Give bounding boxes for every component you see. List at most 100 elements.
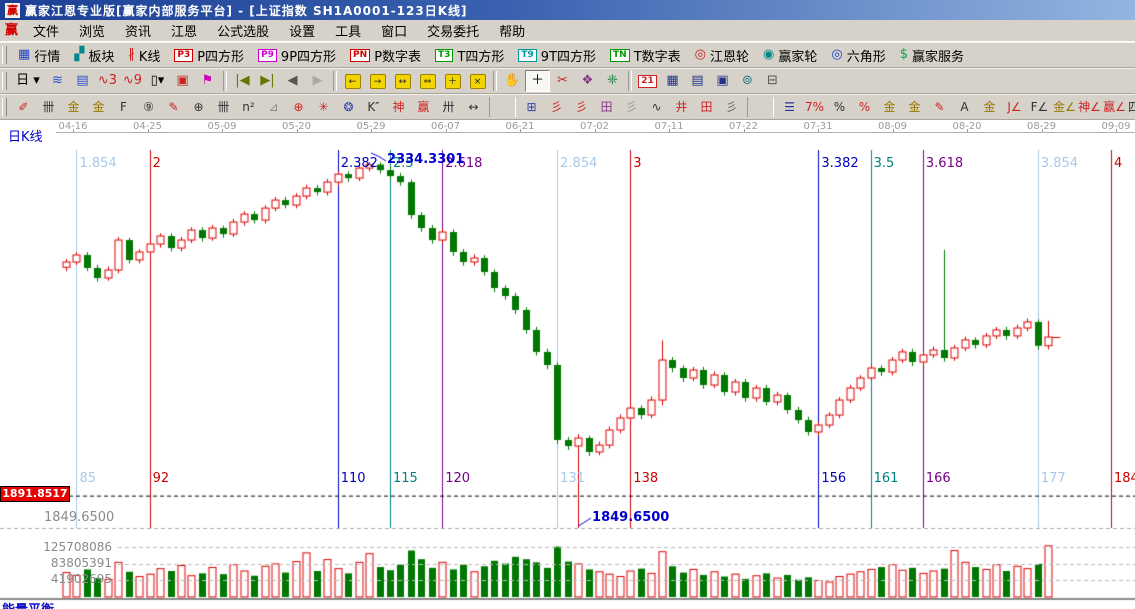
menu-item[interactable]: 公式选股 [207, 19, 279, 42]
k-wave-tool[interactable]: K″ [361, 96, 386, 118]
kline9-icon[interactable]: ∿9 [120, 70, 145, 92]
drawing-tool-button[interactable] [489, 97, 516, 117]
menu-item[interactable]: 文件 [23, 19, 69, 42]
candle-style-dropdown[interactable]: ▯▾ [145, 70, 170, 92]
erase-annotation-tool[interactable]: ✂ [550, 70, 575, 92]
angle-pen-tool[interactable]: ✎ [161, 96, 186, 118]
gann-gold-comb-tool[interactable]: 金 [61, 96, 86, 118]
toolbar-drag-handle[interactable] [2, 98, 7, 116]
quotes-button[interactable]: ▦ 行情 [11, 44, 67, 67]
wave-overlay-icon[interactable]: ≋ [45, 70, 70, 92]
info-panel-icon[interactable]: ▤ [70, 70, 95, 92]
sectors-button[interactable]: ▞ 板块 [67, 44, 121, 67]
gann-gold-comb2-tool[interactable]: 金 [86, 96, 111, 118]
grid-tool[interactable]: ❖ [575, 70, 600, 92]
tool-button[interactable] [333, 71, 337, 91]
seven-percent-tool[interactable]: 7% [802, 96, 827, 118]
first-bar-button[interactable]: |◀ [230, 70, 255, 92]
calculator-button[interactable]: ▦ [660, 70, 685, 92]
red-target-tool[interactable]: ⊕ [286, 96, 311, 118]
last-bar-button[interactable]: ▶| [255, 70, 280, 92]
pattern-tool[interactable]: ❈ [600, 70, 625, 92]
red-fan-tool[interactable]: 彡 [544, 96, 569, 118]
ruler123-tool[interactable]: 卅 [436, 96, 461, 118]
scroll-left-button[interactable]: ← [340, 70, 365, 92]
menu-item[interactable]: 浏览 [69, 19, 115, 42]
crosshair-tool[interactable]: ＋ [525, 70, 550, 92]
gold-circle-tool[interactable]: 金 [877, 96, 902, 118]
shen-angle-tool[interactable]: 神∠ [1077, 96, 1102, 118]
gray-diagonal-tool[interactable]: 彡 [619, 96, 644, 118]
diagonal-lines-tool[interactable]: 彡 [719, 96, 744, 118]
p-square-button[interactable]: P3 P四方形 [167, 44, 251, 67]
zoom-out-button[interactable]: × [465, 70, 490, 92]
zoom-in-button[interactable]: ＋ [440, 70, 465, 92]
gold-angle-tool[interactable]: 金∠ [1052, 96, 1077, 118]
menu-item[interactable]: 设置 [279, 19, 325, 42]
measure-arrows-tool[interactable]: ↔ [461, 96, 486, 118]
t9-square-button[interactable]: T9 9T四方形 [511, 44, 603, 67]
percent-tool[interactable]: % [827, 96, 852, 118]
zigzag-tool[interactable]: ∿ [644, 96, 669, 118]
gann-wheel-button[interactable]: ◎ 江恩轮 [688, 44, 756, 67]
tool-button[interactable] [628, 71, 632, 91]
menu-item[interactable]: 江恩 [161, 19, 207, 42]
drawing-tool-button[interactable] [747, 97, 774, 117]
volume-indicator-label[interactable]: 能量平衡 [2, 599, 54, 609]
angle-measure-tool[interactable]: ⊿ [261, 96, 286, 118]
blue-web-tool[interactable]: ❂ [336, 96, 361, 118]
zone-box-icon[interactable]: ▣ [170, 70, 195, 92]
menu-item[interactable]: 工具 [325, 19, 371, 42]
dense-comb-tool[interactable]: 卌 [211, 96, 236, 118]
t-table-button[interactable]: TN T数字表 [603, 44, 688, 67]
winner-wheel-button[interactable]: ◉ 赢家轮 [756, 44, 824, 67]
n-square-tool[interactable]: n² [236, 96, 261, 118]
scroll-right-button[interactable]: → [365, 70, 390, 92]
p9-square-button[interactable]: P9 9P四方形 [251, 44, 343, 67]
web-box-tool[interactable]: 田 [594, 96, 619, 118]
si-angle-tool[interactable]: 四∠ [1127, 96, 1135, 118]
compass-tool[interactable]: ⊕ [186, 96, 211, 118]
winner-service-button[interactable]: $ 赢家服务 [893, 44, 971, 67]
ying-angle-tool[interactable]: 赢∠ [1102, 96, 1127, 118]
spiral9-tool[interactable]: ⑨ [136, 96, 161, 118]
red-grid-tool[interactable]: 井 [669, 96, 694, 118]
menu-item[interactable]: 窗口 [371, 19, 417, 42]
calendar-button[interactable]: 21 [635, 70, 660, 92]
red-web-tool[interactable]: ✳ [311, 96, 336, 118]
gann-comb-tool[interactable]: 卌 [36, 96, 61, 118]
menu-item[interactable]: 资讯 [115, 19, 161, 42]
candle-pen-tool[interactable]: ✎ [927, 96, 952, 118]
menu-item[interactable]: 帮助 [489, 19, 535, 42]
scale-bars-tool[interactable]: ☰ [777, 96, 802, 118]
period-day-dropdown[interactable]: 日 ▾ [11, 70, 45, 92]
tool-button[interactable] [493, 71, 497, 91]
data-download-button[interactable]: ⊚ [735, 70, 760, 92]
menu-item[interactable]: 交易委托 [417, 19, 489, 42]
box-angle-tool[interactable]: ⊞ [519, 96, 544, 118]
hexagon-button[interactable]: ◎ 六角形 [824, 44, 892, 67]
gold-under-tool[interactable]: 金 [977, 96, 1002, 118]
expand-h-button[interactable]: ↔ [390, 70, 415, 92]
ying-comb-tool[interactable]: 赢 [411, 96, 436, 118]
red-fan-box-tool[interactable]: 彡 [569, 96, 594, 118]
compress-h-button[interactable]: ⇔ [415, 70, 440, 92]
trend-pen-tool[interactable]: ✐ [11, 96, 36, 118]
next-bar-button[interactable]: ▶ [305, 70, 330, 92]
gold-lines-tool[interactable]: 金 [902, 96, 927, 118]
j-angle-tool[interactable]: J∠ [1002, 96, 1027, 118]
kline3-icon[interactable]: ∿3 [95, 70, 120, 92]
toolbar-drag-handle[interactable] [2, 46, 7, 64]
print-button[interactable]: ⊟ [760, 70, 785, 92]
shen-comb-tool[interactable]: 神 [386, 96, 411, 118]
kline-chart-canvas[interactable] [0, 120, 1135, 609]
toolbar-drag-handle[interactable] [2, 72, 7, 90]
percent-line-tool[interactable]: % [852, 96, 877, 118]
t-square-button[interactable]: T3 T四方形 [428, 44, 511, 67]
f-angle-tool[interactable]: F∠ [1027, 96, 1052, 118]
red-grid-frame-tool[interactable]: 田 [694, 96, 719, 118]
color-flag-icon[interactable]: ⚑ [195, 70, 220, 92]
fibonacci-comb-tool[interactable]: F [111, 96, 136, 118]
a-wave-tool[interactable]: A [952, 96, 977, 118]
save-button[interactable]: ▣ [710, 70, 735, 92]
